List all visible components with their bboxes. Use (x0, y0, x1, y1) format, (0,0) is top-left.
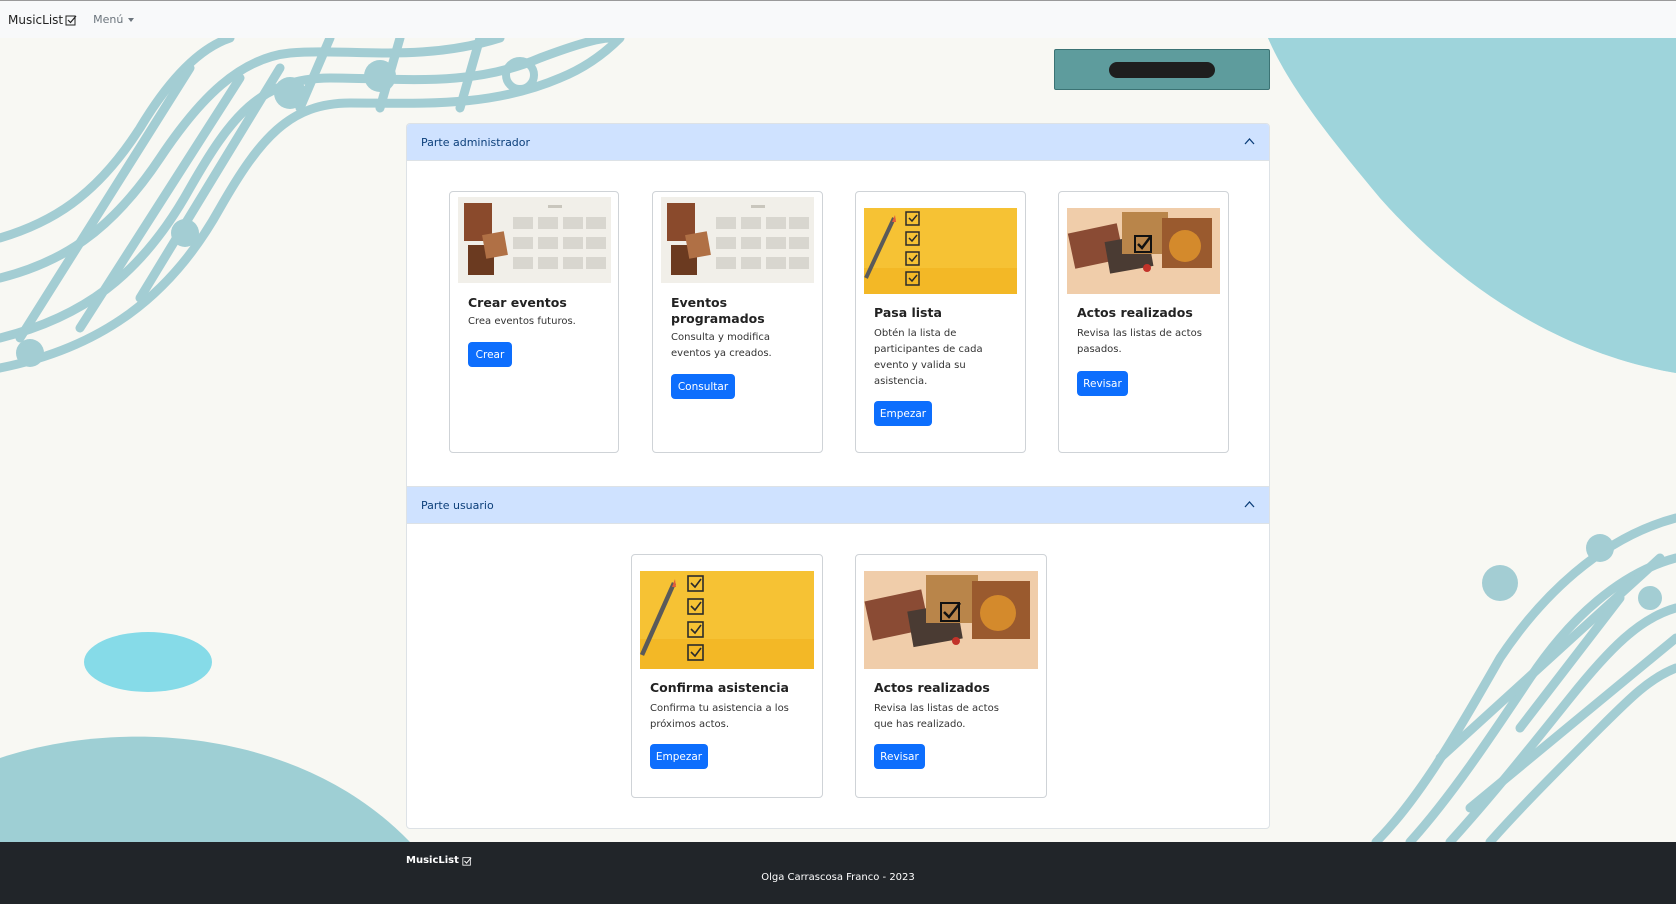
brand-label: MusicList (8, 12, 64, 27)
checklist-image (640, 571, 814, 669)
revisar-button[interactable]: Revisar (874, 744, 925, 769)
card-actos-realizados-user: Actos realizados Revisa las listas de ac… (855, 554, 1047, 798)
navbar-brand[interactable]: MusicList (8, 13, 77, 27)
card-text: Crea eventos futuros. (468, 316, 576, 327)
menu-label: Menú (93, 13, 124, 26)
empezar-button[interactable]: Empezar (874, 401, 932, 426)
redacted-label (1109, 61, 1215, 78)
checklist-image (864, 208, 1017, 294)
card-actos-realizados-admin: Actos realizados Revisa las listas de ac… (1058, 191, 1229, 453)
card-eventos-programados: Eventos programados Consulta y modifica … (652, 191, 823, 453)
card-confirma-asistencia: Confirma asistencia Confirma tu asistenc… (631, 554, 823, 798)
caret-down-icon (128, 17, 135, 22)
chevron-up-icon (1244, 501, 1255, 508)
card-text: Obtén la lista de participantes de cada … (874, 328, 983, 387)
calendar-image (661, 197, 814, 283)
instruments-image (864, 571, 1038, 669)
accordion-header-user[interactable]: Parte usuario (407, 487, 1269, 523)
card-crear-eventos: Crear eventos Crea eventos futuros. Crea… (449, 191, 619, 453)
calendar-image (458, 197, 611, 283)
card-title: Pasa lista (874, 305, 942, 320)
navbar: MusicList Menú (0, 0, 1676, 38)
check-square-icon (462, 856, 472, 866)
empezar-button[interactable]: Empezar (650, 744, 708, 769)
revisar-button[interactable]: Revisar (1077, 371, 1128, 396)
card-text: Revisa las listas de actos que has reali… (874, 703, 999, 730)
card-text: Consulta y modifica eventos ya creados. (671, 332, 772, 359)
card-text: Confirma tu asistencia a los próximos ac… (650, 703, 789, 730)
divider (407, 160, 1269, 161)
footer: MusicList Olga Carrascosa Franco - 2023 (0, 842, 1676, 904)
card-title: Confirma asistencia (650, 680, 789, 695)
menu-dropdown[interactable]: Menú (93, 13, 135, 26)
footer-brand[interactable]: MusicList (406, 855, 472, 866)
card-title: Actos realizados (874, 680, 990, 695)
card-title: Actos realizados (1077, 305, 1193, 320)
top-action-button[interactable] (1054, 49, 1270, 90)
copyright-text: Olga Carrascosa Franco - 2023 (761, 872, 915, 883)
card-title: Crear eventos (468, 295, 567, 310)
card-title: Eventos programados (671, 295, 765, 326)
check-square-icon (65, 15, 77, 25)
card-pasa-lista: Pasa lista Obtén la lista de participant… (855, 191, 1026, 453)
sections-accordion: Parte administrador Crear eventos Crea e… (406, 123, 1270, 829)
accordion-header-admin[interactable]: Parte administrador (407, 124, 1269, 160)
consultar-button[interactable]: Consultar (671, 374, 735, 399)
admin-section-title: Parte administrador (421, 135, 531, 149)
divider (407, 523, 1269, 524)
instruments-image (1067, 208, 1220, 294)
user-section-title: Parte usuario (421, 498, 494, 512)
chevron-up-icon (1244, 138, 1255, 145)
crear-button[interactable]: Crear (468, 342, 512, 367)
card-text: Revisa las listas de actos pasados. (1077, 328, 1202, 355)
footer-brand-label: MusicList (406, 855, 459, 866)
